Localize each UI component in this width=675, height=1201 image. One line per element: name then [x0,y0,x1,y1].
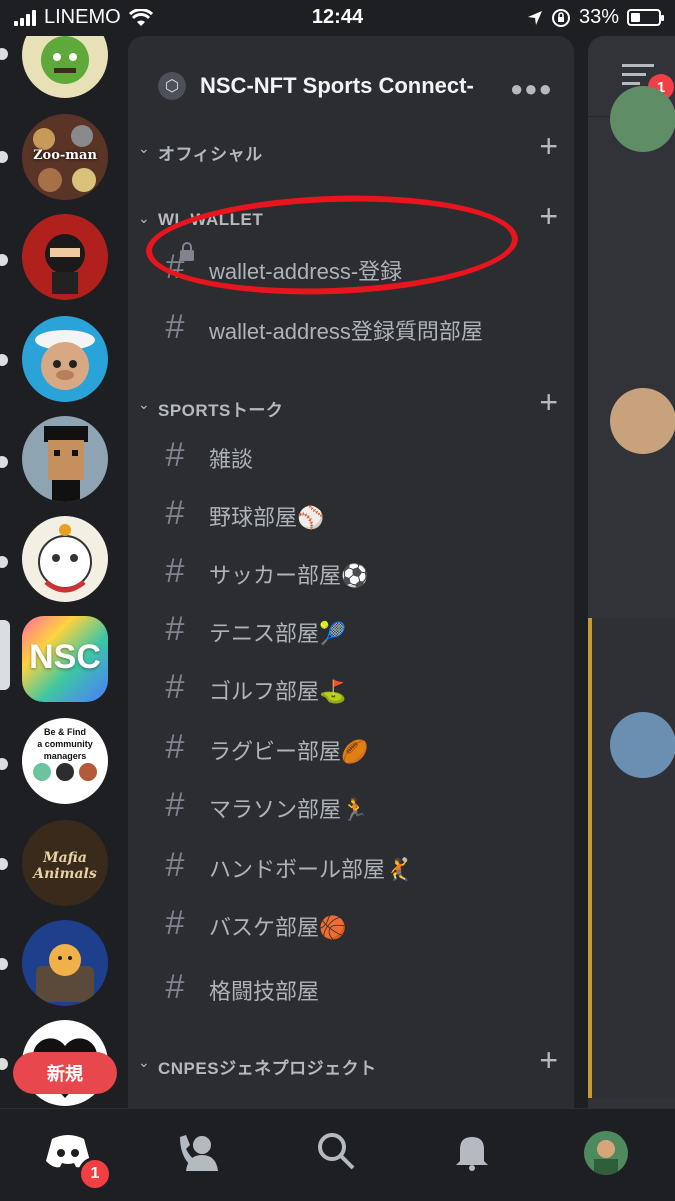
search-icon [318,1133,355,1170]
hashtag-icon: # [165,846,185,884]
status-bar: LINEMO 12:44 33% [0,0,675,36]
bell-icon [456,1137,488,1171]
channel-label: テニス部屋🎾 [209,621,347,646]
battery-percent: 33% [578,6,619,28]
server-icon-mafia-animals[interactable]: Mafia Animals [22,820,108,906]
avatar[interactable] [610,712,675,778]
server-icon-nsc[interactable]: NSC [22,616,108,702]
search-tab[interactable] [316,1131,364,1179]
channel-label: ゴルフ部屋⛳ [209,679,347,704]
channel-marathon[interactable]: # マラソン部屋🏃 [158,784,558,834]
selected-server-indicator [0,620,10,690]
more-options-icon[interactable]: ●●● [510,76,553,102]
channel-label: 格闘技部屋 [209,979,320,1004]
server-icon-lucky-cat[interactable] [22,516,108,602]
channel-tennis[interactable]: # テニス部屋🎾 [158,608,558,658]
channel-label: wallet-address登録質問部屋 [209,319,483,344]
highlighted-message [588,618,675,1098]
unread-indicator [0,151,8,163]
chevron-down-icon: ⌄ [138,396,150,412]
channel-label: バスケ部屋🏀 [209,915,347,940]
unread-indicator [0,858,8,870]
server-icon-hamster[interactable] [22,920,108,1006]
unread-indicator [0,456,8,468]
user-avatar-icon [594,1140,618,1175]
add-channel-icon[interactable]: + [539,1042,558,1079]
profile-tab[interactable] [584,1131,628,1175]
server-icon-ninja[interactable] [22,214,108,300]
channel-label: ラグビー部屋🏉 [209,739,369,764]
add-channel-icon[interactable]: + [539,384,558,421]
channel-label: 雑談 [209,447,254,472]
server-icon-zoo-man[interactable]: Zoo-man [22,114,108,200]
server-label-community-managers: Be & Find a community managers [37,727,93,761]
server-label-nsc: NSC [29,638,101,676]
category-label: オフィシャル [158,145,263,164]
unread-indicator [0,354,8,366]
hashtag-icon: # [165,904,185,942]
battery-icon [627,9,664,26]
notification-badge: 1 [78,1157,112,1191]
category-label: CNPESジェネプロジェクト [158,1059,377,1078]
channel-soccer[interactable]: # サッカー部屋⚽ [158,550,558,600]
channel-label: サッカー部屋⚽ [209,563,369,588]
bottom-tab-bar: 1 [0,1108,675,1201]
chevron-down-icon: ⌄ [138,1054,150,1070]
channel-wallet-address-questions[interactable]: # wallet-address登録質問部屋 [158,306,558,356]
location-arrow-icon [527,10,542,25]
server-header[interactable]: ⬡ NSC-NFT Sports Connect- [158,72,474,100]
avatar[interactable] [610,388,675,454]
friends-icon [180,1135,218,1171]
channel-handball[interactable]: # ハンドボール部屋🤾 [158,844,558,894]
server-icon-bear[interactable] [22,316,108,402]
chat-preview-peek[interactable]: 1 [588,36,675,1108]
channel-label: マラソン部屋🏃 [209,797,369,822]
channel-rugby[interactable]: # ラグビー部屋🏉 [158,726,558,776]
category-label: SPORTSトーク [158,401,284,420]
server-boost-icon: ⬡ [158,72,186,100]
channel-martial-arts[interactable]: # 格闘技部屋 [158,966,558,1016]
channel-golf[interactable]: # ゴルフ部屋⛳ [158,666,558,716]
unread-indicator [0,1058,8,1070]
category-cnpes-gene-project[interactable]: ⌄ CNPESジェネプロジェクト + [136,1042,566,1082]
unread-indicator [0,958,8,970]
category-official[interactable]: ⌄ オフィシャル + [136,128,566,168]
add-channel-icon[interactable]: + [539,128,558,165]
unread-indicator [0,254,8,266]
channel-label: 野球部屋⚾ [209,505,325,530]
friends-tab[interactable] [176,1131,224,1179]
notifications-tab[interactable] [452,1131,500,1179]
hashtag-icon: # [165,728,185,766]
server-label-zoo-man: Zoo-man [33,148,97,163]
channel-label: ハンドボール部屋🤾 [209,857,413,882]
server-list[interactable]: Zoo-man NSC Be & Find a community manage… [0,36,128,1108]
server-icon-pixel-punk[interactable] [22,416,108,502]
server-label-mafia-animals: Mafia Animals [33,850,97,882]
hashtag-icon: # [165,668,185,706]
avatar[interactable] [610,86,675,152]
hashtag-icon: # [165,786,185,824]
channel-basketball[interactable]: # バスケ部屋🏀 [158,902,558,952]
chevron-down-icon: ⌄ [138,210,150,226]
hashtag-icon: # [165,968,185,1006]
server-icon-monster[interactable] [22,36,108,98]
category-sports-talk[interactable]: ⌄ SPORTSトーク + [136,384,566,424]
rotation-lock-icon [551,8,570,27]
channel-chat[interactable]: # 雑談 [158,434,558,484]
unread-indicator [0,758,8,770]
server-icon-community-managers[interactable]: Be & Find a community managers [22,718,108,804]
chevron-down-icon: ⌄ [138,140,150,156]
hashtag-icon: # [165,610,185,648]
hashtag-icon: # [165,552,185,590]
unread-indicator [0,48,8,60]
unread-indicator [0,556,8,568]
add-channel-icon[interactable]: + [539,198,558,235]
hashtag-icon: # [165,494,185,532]
home-tab[interactable]: 1 [44,1131,112,1191]
new-unreads-pill[interactable]: 新規 [13,1052,117,1094]
channel-baseball[interactable]: # 野球部屋⚾ [158,492,558,542]
server-name: NSC-NFT Sports Connect- [200,73,474,98]
hashtag-icon: # [165,436,185,474]
hashtag-icon: # [165,308,185,346]
